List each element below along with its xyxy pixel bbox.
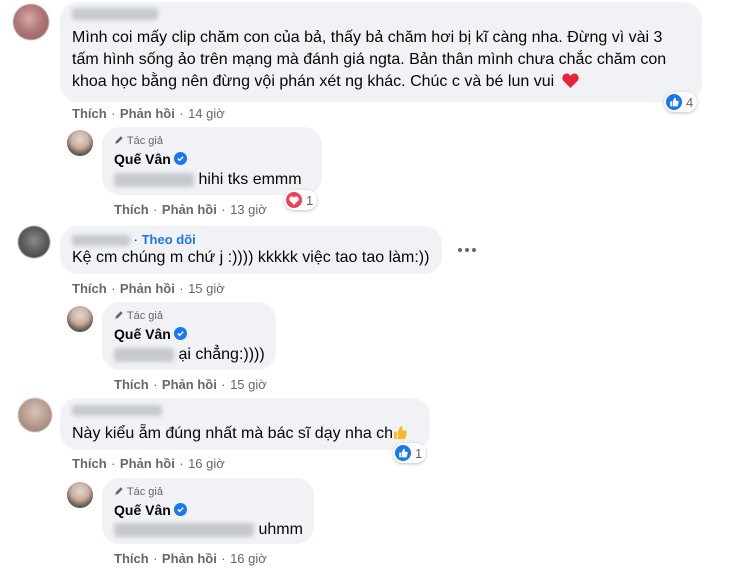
verified-badge-icon [173,327,187,340]
separator: · [111,456,116,471]
author-tag-label: Tác giả [126,310,163,322]
more-options-icon[interactable] [458,248,476,252]
commenter-name[interactable]: Quế Vân [114,502,187,518]
separator: · [111,106,116,121]
like-button[interactable]: Thích [114,377,149,392]
reaction-count-label: 1 [415,445,423,461]
comment-text-line-1: Mình coi mấy clip chăm con của bả, thấy … [72,29,663,46]
author-tag-label: Tác giả [126,486,163,498]
separator: · [221,377,226,392]
like-button[interactable]: Thích [72,106,107,121]
comment-bubble: Mình coi mấy clip chăm con của bả, thấy … [60,2,702,102]
reply-text-label: uhmm [258,521,303,538]
reply-bubble: Tác giả Quế Vân hihi tks emmm [102,127,322,195]
timestamp[interactable]: 15 giờ [188,281,225,296]
reply-bubble: Tác giả Quế Vân ại chẳng:)))) [102,302,276,370]
reply-text-label: hihi tks emmm [198,171,302,188]
pencil-icon [114,310,124,322]
commenter-name-label: Quế Vân [114,502,171,518]
reply-text: ại chẳng:)))) [114,344,265,366]
author-tag: Tác giả [114,310,163,322]
separator: · [221,551,226,566]
reply-text: hihi tks emmm [114,169,302,191]
reaction-count[interactable]: 1 [284,190,318,210]
author-tag-label: Tác giả [126,135,163,147]
separator: · [153,377,158,392]
separator: · [133,232,138,247]
reply-button[interactable]: Phản hồi [120,281,175,296]
commenter-name[interactable]: Quế Vân [114,151,187,167]
separator: · [221,202,226,217]
timestamp[interactable]: 13 giờ [230,202,267,217]
separator: · [111,281,116,296]
avatar[interactable] [18,226,50,258]
avatar[interactable] [18,398,52,432]
follow-link[interactable]: Theo dõi [142,232,196,247]
pencil-icon [114,486,124,498]
separator: · [179,281,184,296]
timestamp[interactable]: 15 giờ [230,377,267,392]
comment-text-line-3: khoa học bằng nên đừng vội phán xét ng k… [72,71,579,95]
reaction-count[interactable]: 4 [664,92,698,112]
avatar-que-van[interactable] [67,130,93,156]
avatar[interactable] [13,4,49,40]
reply-actions: Thích · Phản hồi · 16 giờ [114,550,267,568]
reply-bubble: Tác giả Quế Vân uhmm [102,478,314,544]
redacted-name [72,405,162,416]
comment-text: Kệ cm chúng m chứ j :)))) kkkkk việc tao… [72,249,430,266]
comment-actions: Thích · Phản hồi · 14 giờ [72,105,225,123]
redacted-mention [114,347,174,362]
reply-button[interactable]: Phản hồi [162,202,217,217]
heart-emoji-icon [561,73,579,95]
separator: · [153,551,158,566]
timestamp[interactable]: 14 giờ [188,106,225,121]
like-icon [395,445,411,461]
separator: · [153,202,158,217]
reply-button[interactable]: Phản hồi [120,106,175,121]
comment-bubble: Này kiểu ẵm đúng nhất mà bác sĩ dạy nha … [60,398,430,450]
like-icon [666,94,682,110]
author-tag: Tác giả [114,486,163,498]
author-tag: Tác giả [114,135,163,147]
comment-actions: Thích · Phản hồi · 16 giờ [72,455,225,473]
redacted-mention [114,522,254,537]
avatar-que-van[interactable] [67,482,93,508]
reaction-count-label: 1 [306,192,314,208]
comment-text-line-3-label: khoa học bằng nên đừng vội phán xét ng k… [72,73,555,90]
comment-text: Này kiểu ẵm đúng nhất mà bác sĩ dạy nha … [72,423,408,447]
reaction-count[interactable]: 1 [393,443,427,463]
avatar-que-van[interactable] [67,306,93,332]
verified-badge-icon [173,152,187,165]
reaction-count-label: 4 [686,94,694,110]
reply-button[interactable]: Phản hồi [162,551,217,566]
separator: · [179,106,184,121]
redacted-name [72,8,158,20]
pencil-icon [114,135,124,147]
heart-icon [286,192,302,208]
comment-text-line-2: tấm hình sống ảo trên mạng mà đánh giá n… [72,51,667,68]
comment-header: · Theo dõi [72,232,196,247]
like-button[interactable]: Thích [114,551,149,566]
redacted-mention [114,172,194,187]
redacted-name [72,235,130,247]
reply-actions: Thích · Phản hồi · 13 giờ [114,201,267,219]
reply-actions: Thích · Phản hồi · 15 giờ [114,376,267,394]
reply-button[interactable]: Phản hồi [162,377,217,392]
reply-text: uhmm [114,519,303,541]
reply-text-label: ại chẳng:)))) [178,346,265,363]
like-button[interactable]: Thích [72,281,107,296]
separator: · [179,456,184,471]
timestamp[interactable]: 16 giờ [188,456,225,471]
commenter-name-label: Quế Vân [114,326,171,342]
comment-text-label: Này kiểu ẵm đúng nhất mà bác sĩ dạy nha … [72,425,394,442]
verified-badge-icon [173,503,187,516]
commenter-name[interactable]: Quế Vân [114,326,187,342]
reply-button[interactable]: Phản hồi [120,456,175,471]
like-button[interactable]: Thích [114,202,149,217]
comment-bubble: · Theo dõi Kệ cm chúng m chứ j :)))) kkk… [60,226,442,274]
like-button[interactable]: Thích [72,456,107,471]
timestamp[interactable]: 16 giờ [230,551,267,566]
commenter-name-label: Quế Vân [114,151,171,167]
comment-actions: Thích · Phản hồi · 15 giờ [72,280,225,298]
